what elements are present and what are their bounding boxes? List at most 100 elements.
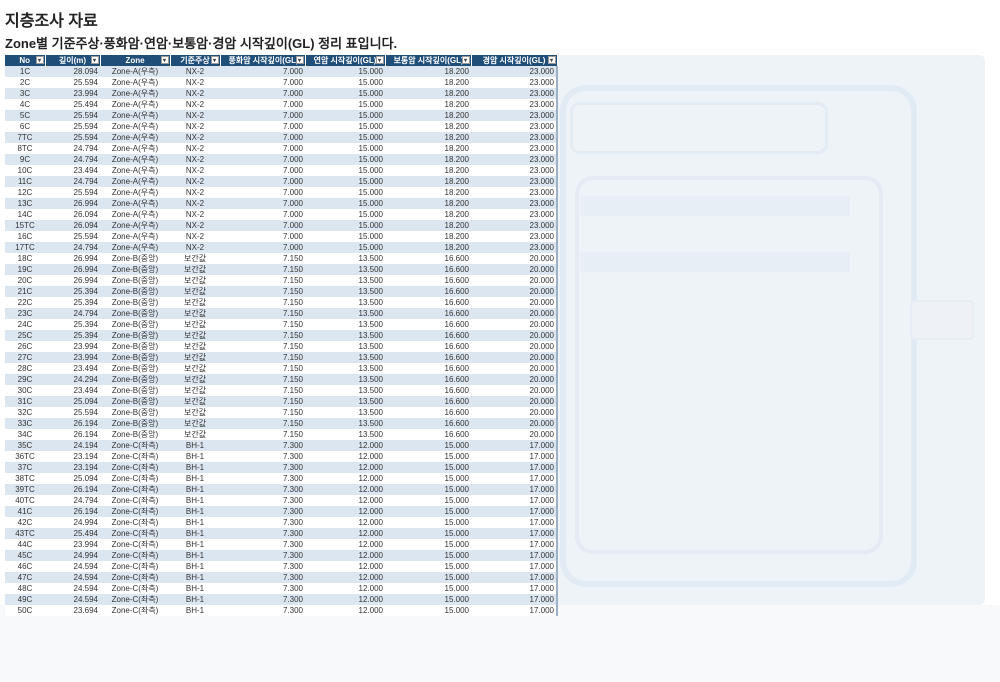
filter-dropdown-icon[interactable]: ▾ [210, 56, 219, 64]
column-header[interactable]: 보통암 시작깊이(GL) ▾ [385, 55, 472, 66]
table-cell[interactable]: 47C [5, 572, 45, 583]
table-cell[interactable]: 12.000 [305, 462, 385, 473]
table-cell[interactable]: 38TC [5, 473, 45, 484]
table-cell[interactable]: 18.200 [385, 165, 471, 176]
table-cell[interactable]: 15.000 [305, 176, 385, 187]
table-cell[interactable]: 7.300 [220, 572, 305, 583]
table-cell[interactable]: Zone-B(중앙) [100, 407, 170, 418]
table-cell[interactable]: 15.000 [385, 528, 471, 539]
table-cell[interactable]: 10C [5, 165, 45, 176]
table-cell[interactable]: 25.594 [45, 407, 100, 418]
table-cell[interactable]: 23.000 [471, 220, 558, 231]
table-cell[interactable]: 20.000 [471, 418, 558, 429]
table-row[interactable]: 5C 25.594 Zone-A(우측) NX-2 7.000 15.000 18.200 2… [5, 110, 558, 121]
table-cell[interactable]: Zone-A(우측) [100, 99, 170, 110]
table-cell[interactable]: 보간값 [170, 341, 220, 352]
table-row[interactable]: 11C 24.794 Zone-A(우측) NX-2 7.000 15.000 18.200… [5, 176, 558, 187]
table-cell[interactable]: 15.000 [385, 440, 471, 451]
table-cell[interactable]: 23.694 [45, 605, 100, 616]
table-row[interactable]: 23C 24.794 Zone-B(중앙) 보간값 7.150 13.500 16.600 2… [5, 308, 558, 319]
table-cell[interactable]: 49C [5, 594, 45, 605]
table-cell[interactable]: 46C [5, 561, 45, 572]
table-cell[interactable]: 7.000 [220, 121, 305, 132]
table-cell[interactable]: 16.600 [385, 407, 471, 418]
table-cell[interactable]: 26.994 [45, 275, 100, 286]
table-cell[interactable]: Zone-C(좌측) [100, 495, 170, 506]
table-row[interactable]: 32C 25.594 Zone-B(중앙) 보간값 7.150 13.500 16.600 2… [5, 407, 558, 418]
table-cell[interactable]: 15.000 [305, 110, 385, 121]
table-cell[interactable]: BH-1 [170, 451, 220, 462]
table-cell[interactable]: 15.000 [305, 242, 385, 253]
table-cell[interactable]: 보간값 [170, 330, 220, 341]
table-cell[interactable]: 25.594 [45, 110, 100, 121]
table-cell[interactable]: 7.150 [220, 374, 305, 385]
table-cell[interactable]: BH-1 [170, 572, 220, 583]
table-cell[interactable]: BH-1 [170, 440, 220, 451]
table-cell[interactable]: 7.300 [220, 473, 305, 484]
table-cell[interactable]: 13.500 [305, 352, 385, 363]
table-cell[interactable]: 13.500 [305, 275, 385, 286]
table-cell[interactable]: 20.000 [471, 275, 558, 286]
table-cell[interactable]: 7.150 [220, 286, 305, 297]
table-cell[interactable]: Zone-A(우측) [100, 77, 170, 88]
table-cell[interactable]: Zone-B(중앙) [100, 363, 170, 374]
table-cell[interactable]: 25.394 [45, 286, 100, 297]
table-cell[interactable]: 18.200 [385, 231, 471, 242]
table-cell[interactable]: 7.150 [220, 341, 305, 352]
table-cell[interactable]: Zone-B(중앙) [100, 275, 170, 286]
table-cell[interactable]: 24.194 [45, 440, 100, 451]
table-cell[interactable]: 6C [5, 121, 45, 132]
table-cell[interactable]: 20.000 [471, 352, 558, 363]
table-cell[interactable]: 20.000 [471, 308, 558, 319]
table-row[interactable]: 12C 25.594 Zone-A(우측) NX-2 7.000 15.000 18.200… [5, 187, 558, 198]
table-cell[interactable]: 15.000 [305, 66, 385, 77]
table-cell[interactable]: 13.500 [305, 297, 385, 308]
table-cell[interactable]: 18.200 [385, 121, 471, 132]
table-cell[interactable]: 12.000 [305, 528, 385, 539]
table-cell[interactable]: 13.500 [305, 253, 385, 264]
table-cell[interactable]: Zone-C(좌측) [100, 528, 170, 539]
table-row[interactable]: 10C 23.494 Zone-A(우측) NX-2 7.000 15.000 18.200… [5, 165, 558, 176]
table-cell[interactable]: 18.200 [385, 132, 471, 143]
table-cell[interactable]: Zone-A(우측) [100, 187, 170, 198]
table-cell[interactable]: NX-2 [170, 242, 220, 253]
table-cell[interactable]: 17TC [5, 242, 45, 253]
column-header[interactable]: No ▾ [5, 55, 46, 66]
table-cell[interactable]: 보간값 [170, 308, 220, 319]
table-cell[interactable]: 23.000 [471, 110, 558, 121]
table-cell[interactable]: 17.000 [471, 561, 558, 572]
table-row[interactable]: 13C 26.994 Zone-A(우측) NX-2 7.000 15.000 18.200… [5, 198, 558, 209]
table-cell[interactable]: Zone-A(우측) [100, 220, 170, 231]
table-cell[interactable]: Zone-A(우측) [100, 231, 170, 242]
table-cell[interactable]: 41C [5, 506, 45, 517]
table-cell[interactable]: 24C [5, 319, 45, 330]
table-cell[interactable]: 12.000 [305, 473, 385, 484]
table-cell[interactable]: 16.600 [385, 418, 471, 429]
table-cell[interactable]: 13.500 [305, 418, 385, 429]
table-cell[interactable]: 1C [5, 66, 45, 77]
table-cell[interactable]: 16.600 [385, 396, 471, 407]
table-cell[interactable]: 12.000 [305, 539, 385, 550]
table-cell[interactable]: 보간값 [170, 363, 220, 374]
table-cell[interactable]: 16.600 [385, 286, 471, 297]
table-cell[interactable]: 23.000 [471, 187, 558, 198]
table-cell[interactable]: Zone-C(좌측) [100, 484, 170, 495]
table-cell[interactable]: 25.394 [45, 319, 100, 330]
table-cell[interactable]: Zone-A(우측) [100, 88, 170, 99]
table-cell[interactable]: 23.494 [45, 363, 100, 374]
table-row[interactable]: 2C 25.594 Zone-A(우측) NX-2 7.000 15.000 18.200 2… [5, 77, 558, 88]
table-cell[interactable]: Zone-B(중앙) [100, 286, 170, 297]
table-cell[interactable]: 7.300 [220, 484, 305, 495]
table-cell[interactable]: 40TC [5, 495, 45, 506]
table-cell[interactable]: 25.494 [45, 528, 100, 539]
table-row[interactable]: 17TC 24.794 Zone-A(우측) NX-2 7.000 15.000 18.20… [5, 242, 558, 253]
table-cell[interactable]: 7.000 [220, 110, 305, 121]
table-cell[interactable]: 20.000 [471, 363, 558, 374]
table-row[interactable]: 16C 25.594 Zone-A(우측) NX-2 7.000 15.000 18.200… [5, 231, 558, 242]
table-cell[interactable]: NX-2 [170, 77, 220, 88]
table-cell[interactable]: 7.300 [220, 451, 305, 462]
table-cell[interactable]: 23.994 [45, 88, 100, 99]
table-cell[interactable]: 8TC [5, 143, 45, 154]
table-cell[interactable]: 15.000 [385, 473, 471, 484]
table-cell[interactable]: 9C [5, 154, 45, 165]
